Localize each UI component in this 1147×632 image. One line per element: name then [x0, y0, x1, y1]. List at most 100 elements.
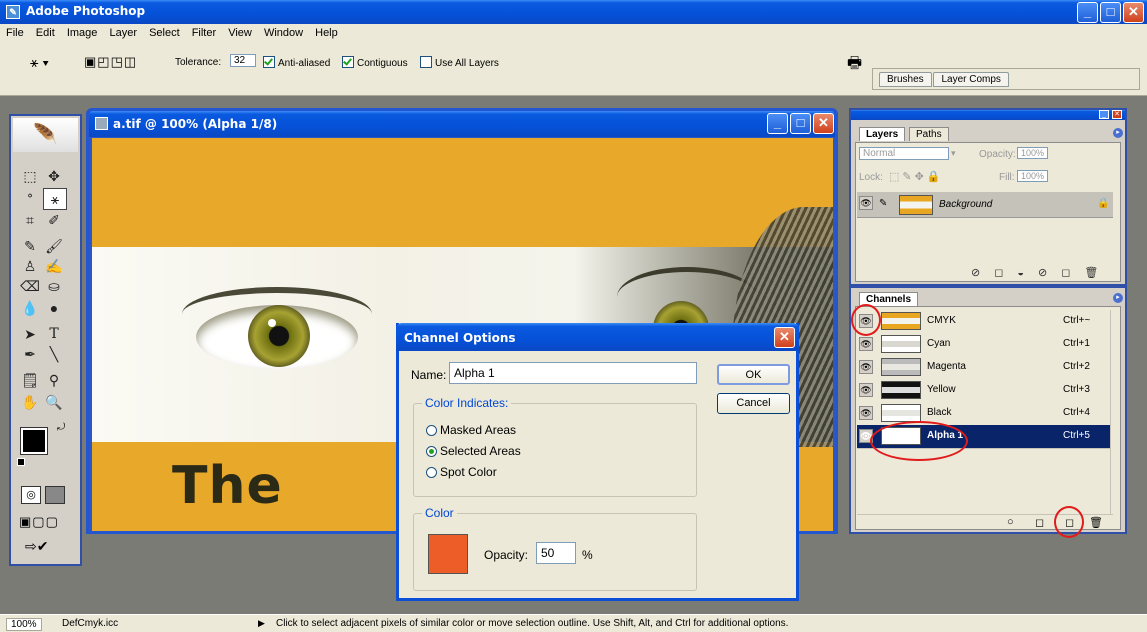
layer-row-background[interactable]: 👁 ✎ Background 🔒: [857, 192, 1113, 218]
delete-channel-icon[interactable]: 🗑: [1089, 516, 1103, 529]
status-menu-arrow-icon[interactable]: ▶: [258, 618, 265, 629]
layer-visibility-eye-icon[interactable]: 👁: [859, 196, 873, 210]
menu-help[interactable]: Help: [315, 27, 338, 39]
dialog-close-button[interactable]: ✕: [774, 327, 795, 348]
jump-to-imageready-icon[interactable]: ⇨✔: [25, 538, 48, 555]
eyedropper-tool-icon[interactable]: ⚲: [43, 370, 65, 390]
channel-thumbnail: [881, 404, 921, 422]
spot-color-radio[interactable]: [426, 467, 437, 478]
channel-row-magenta[interactable]: 👁 Magenta Ctrl+2: [857, 356, 1113, 380]
paint-bucket-icon[interactable]: ⛀: [43, 276, 65, 296]
tab-layers[interactable]: Layers: [859, 127, 906, 141]
contiguous-option[interactable]: Contiguous: [342, 56, 408, 69]
screen-modes-icon[interactable]: ▣▢▢: [19, 514, 59, 530]
slice-tool-icon[interactable]: ✐: [43, 210, 65, 230]
layer-opacity-input[interactable]: 100%: [1017, 147, 1049, 159]
close-button[interactable]: ✕: [1123, 2, 1144, 23]
channels-palette-menu-icon[interactable]: ▸: [1113, 293, 1123, 303]
save-selection-channel-icon[interactable]: ◻: [1035, 516, 1044, 529]
lock-icons[interactable]: ⬚✎✥🔒: [889, 170, 944, 183]
document-close-button[interactable]: ✕: [813, 113, 834, 134]
magic-wand-tool-preset-icon[interactable]: ⚹ ▾: [30, 54, 49, 71]
blend-mode-chevron-icon[interactable]: ▾: [951, 148, 956, 159]
dodge-tool-icon[interactable]: ●: [43, 298, 65, 318]
selected-areas-radio[interactable]: [426, 446, 437, 457]
masked-areas-label: Masked Areas: [440, 423, 517, 437]
marquee-tool-icon[interactable]: ⬚: [19, 166, 41, 186]
minimize-button[interactable]: _: [1077, 2, 1098, 23]
mask-color-swatch[interactable]: [428, 534, 468, 574]
channel-visibility-eye-icon[interactable]: 👁: [859, 406, 873, 420]
cancel-button[interactable]: Cancel: [717, 393, 790, 414]
use-all-layers-option[interactable]: Use All Layers: [420, 56, 499, 69]
use-all-layers-checkbox[interactable]: [420, 56, 432, 68]
tab-brushes[interactable]: Brushes: [879, 72, 932, 87]
document-minimize-button[interactable]: _: [767, 113, 788, 134]
mask-opacity-input[interactable]: 50: [536, 542, 576, 564]
anti-aliased-option[interactable]: Anti-aliased: [263, 56, 330, 69]
type-tool-icon[interactable]: T: [43, 324, 65, 344]
clone-stamp-icon[interactable]: ♙: [19, 256, 41, 276]
layers-palette-close-icon[interactable]: ✕: [1112, 110, 1122, 119]
pen-tool-icon[interactable]: ✒: [19, 344, 41, 364]
lasso-tool-icon[interactable]: ᐤ: [19, 188, 41, 208]
channel-visibility-eye-icon[interactable]: 👁: [859, 360, 873, 374]
menu-edit[interactable]: Edit: [36, 27, 55, 39]
healing-brush-icon[interactable]: ✎: [19, 236, 41, 256]
move-tool-icon[interactable]: ✥: [43, 166, 65, 186]
load-channel-selection-icon[interactable]: ○: [1007, 516, 1014, 528]
channel-options-dialog: Channel Options ✕ Name: Alpha 1 OK Cance…: [396, 323, 799, 601]
layers-palette-menu-icon[interactable]: ▸: [1113, 128, 1123, 138]
blur-tool-icon[interactable]: 💧: [19, 298, 41, 318]
tab-layer-comps[interactable]: Layer Comps: [933, 72, 1009, 87]
tab-paths[interactable]: Paths: [909, 127, 949, 141]
option-spot-color[interactable]: Spot Color: [426, 465, 497, 479]
fill-input[interactable]: 100%: [1017, 170, 1049, 182]
magic-wand-tool-icon[interactable]: ⚹: [43, 188, 67, 210]
hand-tool-icon[interactable]: ✋: [19, 392, 41, 412]
channel-name-input[interactable]: Alpha 1: [449, 362, 697, 384]
brush-tool-icon[interactable]: 🖌: [43, 236, 65, 256]
selection-mode-icons[interactable]: ▣◰◳◫: [84, 54, 137, 70]
menu-file[interactable]: File: [6, 27, 24, 39]
layers-bottom-icons[interactable]: ⊘◻◒⊘◻🗑: [971, 266, 1112, 279]
menu-filter[interactable]: Filter: [192, 27, 216, 39]
menu-view[interactable]: View: [228, 27, 252, 39]
path-selection-icon[interactable]: ➤: [19, 324, 41, 344]
channel-row-yellow[interactable]: 👁 Yellow Ctrl+3: [857, 379, 1113, 403]
foreground-color-swatch[interactable]: [20, 427, 48, 455]
menu-image[interactable]: Image: [67, 27, 98, 39]
channel-row-cyan[interactable]: 👁 Cyan Ctrl+1: [857, 333, 1113, 357]
menu-window[interactable]: Window: [264, 27, 303, 39]
history-brush-icon[interactable]: ✍: [43, 256, 65, 276]
anti-aliased-checkbox[interactable]: [263, 56, 275, 68]
masked-areas-radio[interactable]: [426, 425, 437, 436]
menu-select[interactable]: Select: [149, 27, 180, 39]
menu-layer[interactable]: Layer: [109, 27, 137, 39]
contiguous-checkbox[interactable]: [342, 56, 354, 68]
crop-tool-icon[interactable]: ⌗: [19, 210, 41, 230]
ok-button[interactable]: OK: [717, 364, 790, 385]
swap-colors-icon[interactable]: ⤾: [57, 422, 65, 433]
default-colors-icon[interactable]: [17, 458, 25, 466]
option-selected-areas[interactable]: Selected Areas: [426, 444, 521, 458]
tolerance-input[interactable]: 32: [230, 54, 256, 67]
channel-row-cmyk[interactable]: 👁 CMYK Ctrl+~: [857, 310, 1113, 334]
file-browser-icon[interactable]: 🖶: [847, 52, 862, 79]
option-masked-areas[interactable]: Masked Areas: [426, 423, 516, 437]
eraser-tool-icon[interactable]: ⌫: [19, 276, 41, 296]
channels-scrollbar[interactable]: [1110, 310, 1120, 514]
standard-mode-icon[interactable]: ◎: [21, 486, 41, 504]
channel-visibility-eye-icon[interactable]: 👁: [859, 383, 873, 397]
layers-palette-minimize-icon[interactable]: _: [1099, 110, 1109, 119]
document-profile[interactable]: DefCmyk.icc: [62, 618, 118, 629]
channel-visibility-eye-icon[interactable]: 👁: [859, 337, 873, 351]
notes-tool-icon[interactable]: 🗒: [19, 370, 41, 390]
zoom-level[interactable]: 100%: [6, 618, 42, 631]
line-tool-icon[interactable]: ╲: [43, 344, 65, 364]
blend-mode-select[interactable]: Normal: [859, 147, 949, 160]
quick-mask-mode-icon[interactable]: [45, 486, 65, 504]
maximize-button[interactable]: □: [1100, 2, 1121, 23]
document-maximize-button[interactable]: □: [790, 113, 811, 134]
zoom-tool-icon[interactable]: 🔍: [43, 392, 65, 412]
